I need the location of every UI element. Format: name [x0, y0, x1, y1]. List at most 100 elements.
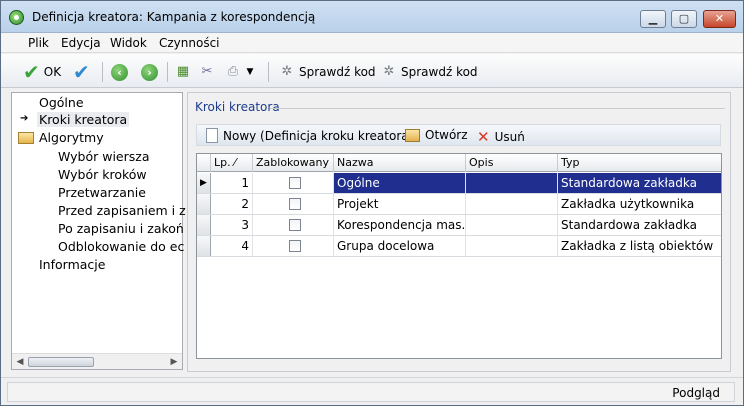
app-icon [9, 10, 24, 25]
tree-item-wybor-wiersza[interactable]: Wybór wiersza [58, 149, 150, 164]
arrow-right-icon: › [141, 63, 158, 81]
table-row[interactable]: 4 Grupa docelowa Zakładka z listą obiekt… [197, 236, 721, 257]
cell-name[interactable]: Ogólne [334, 173, 466, 193]
row-header-column [197, 154, 211, 172]
cell-type[interactable]: Zakładka z listą obiektów [558, 236, 721, 256]
print-button[interactable]: ⎙ ▼ [225, 61, 255, 83]
cell-type[interactable]: Standardowa zakładka [558, 173, 721, 193]
blocked-checkbox[interactable] [289, 219, 301, 231]
steps-panel: Kroki kreatora Nowy (Definicja kroku kre… [187, 92, 731, 372]
column-header-zablokowany[interactable]: Zablokowany [253, 154, 334, 172]
cell-blocked[interactable] [253, 173, 334, 193]
save-close-button[interactable]: ✔ [73, 61, 90, 83]
close-button[interactable]: ✕ [703, 10, 736, 28]
cell-blocked[interactable] [253, 236, 334, 256]
navigation-tree: Ogólne ➔ Kroki kreatora Algorytmy Wybór … [11, 92, 186, 370]
menu-czynnosci[interactable]: Czynności [159, 36, 220, 50]
chevron-down-icon[interactable]: ▼ [245, 64, 255, 80]
wand-icon: ✲ [383, 64, 395, 79]
open-button[interactable]: Otwórz [405, 128, 468, 142]
forward-button[interactable]: › [141, 61, 158, 83]
cell-desc[interactable] [466, 194, 558, 214]
column-header-lp[interactable]: Lp. ⁄ [211, 154, 253, 172]
new-step-label: Nowy (Definicja kroku kreatora) [223, 128, 414, 143]
row-selector[interactable] [197, 215, 211, 235]
tree-item-wybor-krokow[interactable]: Wybór kroków [58, 167, 147, 182]
check-code-label-2: Sprawdź kod [401, 65, 478, 79]
check-icon: ✔ [23, 60, 40, 84]
status-field: Podgląd [7, 382, 735, 402]
wand-icon: ✲ [281, 64, 293, 79]
menu-bar: Plik Edycja Widok Czynności [1, 33, 743, 53]
cell-blocked[interactable] [253, 215, 334, 235]
toolbar: ✔ OK ✔ ‹ › ▦ ✂ ⎙ ▼ ✲ Sprawdź kod ✲ Spraw… [1, 54, 743, 88]
cell-name[interactable]: Korespondencja mas... [334, 215, 466, 235]
title-bar[interactable]: Definicja kreatora: Kampania z korespond… [1, 1, 743, 33]
check-code-button-2[interactable]: ✲ Sprawdź kod [381, 61, 478, 83]
cell-lp[interactable]: 4 [211, 236, 253, 256]
blocked-checkbox[interactable] [289, 177, 301, 189]
new-step-button[interactable]: Nowy (Definicja kroku kreatora) [206, 128, 413, 143]
cell-lp[interactable]: 1 [211, 173, 253, 193]
maximize-button[interactable]: ▢ [671, 10, 697, 28]
cell-blocked[interactable] [253, 194, 334, 214]
column-header-nazwa[interactable]: Nazwa [334, 154, 466, 172]
ok-button[interactable]: ✔ OK [23, 61, 61, 83]
new-document-icon [206, 128, 218, 143]
current-item-arrow-icon: ➔ [20, 113, 29, 124]
grid-icon: ▦ [176, 64, 190, 79]
column-header-opis[interactable]: Opis [466, 154, 558, 172]
tree-item-odblokowanie[interactable]: Odblokowanie do ec [58, 239, 184, 254]
grid-header: Lp. ⁄ Zablokowany Nazwa Opis Typ [197, 154, 721, 172]
tree-item-algorytmy[interactable]: Algorytmy [39, 130, 104, 145]
menu-edycja[interactable]: Edycja [61, 36, 101, 50]
cell-lp[interactable]: 2 [211, 194, 253, 214]
tree-item-po-zapisaniu[interactable]: Po zapisaniu i zakoń [58, 221, 184, 236]
cell-name[interactable]: Projekt [334, 194, 466, 214]
tools-icon: ✂ [201, 64, 213, 79]
scroll-right-icon[interactable]: ▶ [168, 356, 180, 368]
tree-item-kroki-kreatora[interactable]: Kroki kreatora [37, 112, 130, 127]
back-button[interactable]: ‹ [111, 61, 128, 83]
cell-type[interactable]: Zakładka użytkownika [558, 194, 721, 214]
row-selector[interactable] [197, 194, 211, 214]
status-bar: Podgląd [1, 377, 743, 405]
printer-icon: ⎙ [227, 64, 239, 79]
cell-desc[interactable] [466, 215, 558, 235]
row-selector[interactable] [197, 236, 211, 256]
menu-plik[interactable]: Plik [28, 36, 49, 50]
check-code-button-1[interactable]: ✲ Sprawdź kod [279, 61, 376, 83]
tree-item-przetwarzanie[interactable]: Przetwarzanie [58, 185, 146, 200]
grid-tool-button[interactable]: ▦ [175, 61, 191, 83]
open-icon [405, 128, 420, 142]
tree-horizontal-scrollbar[interactable]: ◀ ▶ [12, 353, 182, 369]
cell-lp[interactable]: 3 [211, 215, 253, 235]
menu-widok[interactable]: Widok [110, 36, 147, 50]
ok-label: OK [43, 65, 62, 79]
table-row[interactable]: 3 Korespondencja mas... Standardowa zakł… [197, 215, 721, 236]
tree-item-przed-zapisaniem[interactable]: Przed zapisaniem i z [58, 203, 186, 218]
tree-item-ogolne[interactable]: Ogólne [39, 95, 84, 110]
cell-desc[interactable] [466, 236, 558, 256]
scrollbar-thumb[interactable] [28, 357, 94, 367]
open-label: Otwórz [425, 128, 468, 142]
current-row-indicator-icon[interactable]: ▶ [197, 173, 211, 193]
blocked-checkbox[interactable] [289, 240, 301, 252]
cell-name[interactable]: Grupa docelowa [334, 236, 466, 256]
toolbar-divider [102, 62, 103, 82]
table-row[interactable]: 2 Projekt Zakładka użytkownika [197, 194, 721, 215]
tools-button[interactable]: ✂ [199, 61, 215, 83]
blocked-checkbox[interactable] [289, 198, 301, 210]
tree-item-informacje[interactable]: Informacje [39, 257, 105, 272]
steps-grid: Lp. ⁄ Zablokowany Nazwa Opis Typ ▶ 1 Ogó… [196, 153, 722, 359]
group-divider [270, 108, 725, 109]
delete-label: Usuń [494, 130, 525, 144]
folder-icon [18, 132, 34, 144]
column-header-typ[interactable]: Typ [558, 154, 721, 172]
minimize-button[interactable]: ▁ [640, 10, 666, 28]
cell-desc[interactable] [466, 173, 558, 193]
table-row[interactable]: ▶ 1 Ogólne Standardowa zakładka [197, 173, 721, 194]
scroll-left-icon[interactable]: ◀ [14, 356, 26, 368]
cell-type[interactable]: Standardowa zakładka [558, 215, 721, 235]
delete-button[interactable]: ✕ Usuń [477, 128, 525, 146]
